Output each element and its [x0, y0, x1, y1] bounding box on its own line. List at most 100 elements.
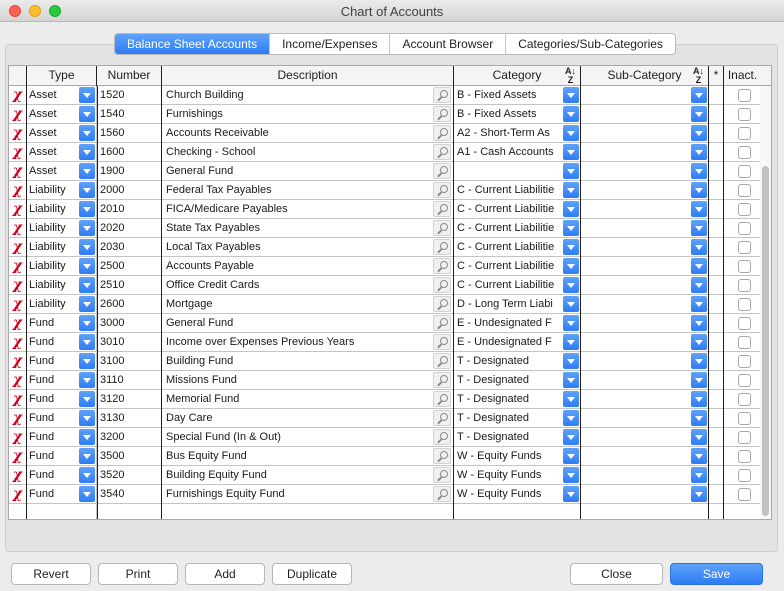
delete-row-icon[interactable]: χ — [9, 143, 27, 161]
description-field[interactable]: Furnishings — [162, 105, 454, 123]
category-select[interactable]: C - Current Liabilitie — [454, 276, 581, 294]
chevron-down-icon[interactable] — [691, 467, 707, 483]
description-field[interactable]: FICA/Medicare Payables — [162, 200, 454, 218]
subcategory-select[interactable] — [581, 219, 709, 237]
type-select[interactable]: Fund — [27, 333, 97, 351]
type-select[interactable]: Fund — [27, 314, 97, 332]
delete-row-icon[interactable]: χ — [9, 409, 27, 427]
inactive-checkbox[interactable] — [738, 241, 751, 254]
header-type[interactable]: Type — [27, 66, 97, 86]
account-number-field[interactable]: 3500 — [97, 447, 162, 465]
chevron-down-icon[interactable] — [563, 163, 579, 179]
description-field[interactable]: Bus Equity Fund — [162, 447, 454, 465]
category-select[interactable]: B - Fixed Assets — [454, 86, 581, 104]
chevron-down-icon[interactable] — [79, 106, 95, 122]
search-icon[interactable] — [433, 315, 451, 331]
description-field[interactable]: Day Care — [162, 409, 454, 427]
subcategory-select[interactable] — [581, 466, 709, 484]
chevron-down-icon[interactable] — [563, 201, 579, 217]
inactive-checkbox[interactable] — [738, 393, 751, 406]
chevron-down-icon[interactable] — [691, 182, 707, 198]
tab-balance-sheet-accounts[interactable]: Balance Sheet Accounts — [115, 34, 271, 54]
search-icon[interactable] — [433, 182, 451, 198]
chevron-down-icon[interactable] — [691, 106, 707, 122]
subcategory-select[interactable] — [581, 143, 709, 161]
table-row[interactable]: χ Liability 2020 State Tax Payables C - Curr… — [9, 219, 771, 238]
tab-account-browser[interactable]: Account Browser — [390, 34, 507, 54]
account-number-field[interactable]: 2500 — [97, 257, 162, 275]
search-icon[interactable] — [433, 467, 451, 483]
type-select[interactable]: Fund — [27, 352, 97, 370]
type-select[interactable]: Fund — [27, 409, 97, 427]
category-select[interactable]: C - Current Liabilitie — [454, 238, 581, 256]
account-number-field[interactable]: 2510 — [97, 276, 162, 294]
category-select[interactable]: W - Equity Funds — [454, 466, 581, 484]
account-number-field[interactable]: 2010 — [97, 200, 162, 218]
inactive-checkbox[interactable] — [738, 184, 751, 197]
chevron-down-icon[interactable] — [563, 144, 579, 160]
add-button[interactable]: Add — [185, 563, 265, 585]
tab-income-expenses[interactable]: Income/Expenses — [270, 34, 391, 54]
category-select[interactable]: A1 - Cash Accounts — [454, 143, 581, 161]
chevron-down-icon[interactable] — [79, 372, 95, 388]
chevron-down-icon[interactable] — [691, 372, 707, 388]
inactive-checkbox[interactable] — [738, 374, 751, 387]
tab-categories-sub-categories[interactable]: Categories/Sub-Categories — [506, 34, 675, 54]
description-field[interactable]: Federal Tax Payables — [162, 181, 454, 199]
chevron-down-icon[interactable] — [691, 448, 707, 464]
search-icon[interactable] — [433, 258, 451, 274]
inactive-checkbox[interactable] — [738, 165, 751, 178]
account-number-field[interactable]: 1520 — [97, 86, 162, 104]
table-row[interactable]: χ Fund 3520 Building Equity Fund W - Equity … — [9, 466, 771, 485]
chevron-down-icon[interactable] — [563, 448, 579, 464]
subcategory-select[interactable] — [581, 390, 709, 408]
chevron-down-icon[interactable] — [691, 296, 707, 312]
account-number-field[interactable]: 1900 — [97, 162, 162, 180]
sort-az-icon[interactable]: A↓ Z — [565, 67, 576, 85]
inactive-checkbox[interactable] — [738, 89, 751, 102]
chevron-down-icon[interactable] — [563, 87, 579, 103]
chevron-down-icon[interactable] — [79, 201, 95, 217]
table-row[interactable]: χ Fund 3200 Special Fund (In & Out) T - Desi… — [9, 428, 771, 447]
chevron-down-icon[interactable] — [79, 220, 95, 236]
chevron-down-icon[interactable] — [79, 163, 95, 179]
chevron-down-icon[interactable] — [691, 429, 707, 445]
inactive-checkbox[interactable] — [738, 355, 751, 368]
chevron-down-icon[interactable] — [563, 372, 579, 388]
delete-row-icon[interactable]: χ — [9, 466, 27, 484]
description-field[interactable]: Income over Expenses Previous Years — [162, 333, 454, 351]
chevron-down-icon[interactable] — [563, 106, 579, 122]
subcategory-select[interactable] — [581, 181, 709, 199]
chevron-down-icon[interactable] — [563, 467, 579, 483]
type-select[interactable]: Liability — [27, 181, 97, 199]
chevron-down-icon[interactable] — [563, 410, 579, 426]
table-row[interactable]: χ Fund 3120 Memorial Fund T - Designated — [9, 390, 771, 409]
print-button[interactable]: Print — [98, 563, 178, 585]
chevron-down-icon[interactable] — [691, 410, 707, 426]
chevron-down-icon[interactable] — [691, 277, 707, 293]
category-select[interactable]: T - Designated — [454, 390, 581, 408]
search-icon[interactable] — [433, 87, 451, 103]
inactive-checkbox[interactable] — [738, 222, 751, 235]
chevron-down-icon[interactable] — [691, 144, 707, 160]
delete-row-icon[interactable]: χ — [9, 371, 27, 389]
chevron-down-icon[interactable] — [79, 239, 95, 255]
description-field[interactable]: Accounts Payable — [162, 257, 454, 275]
search-icon[interactable] — [433, 163, 451, 179]
delete-row-icon[interactable]: χ — [9, 447, 27, 465]
subcategory-select[interactable] — [581, 105, 709, 123]
header-subcategory[interactable]: Sub-Category A↓ Z — [581, 66, 709, 86]
account-number-field[interactable]: 3100 — [97, 352, 162, 370]
delete-row-icon[interactable]: χ — [9, 428, 27, 446]
chevron-down-icon[interactable] — [691, 334, 707, 350]
description-field[interactable]: Building Fund — [162, 352, 454, 370]
delete-row-icon[interactable]: χ — [9, 219, 27, 237]
category-select[interactable]: T - Designated — [454, 409, 581, 427]
chevron-down-icon[interactable] — [691, 125, 707, 141]
search-icon[interactable] — [433, 144, 451, 160]
delete-row-icon[interactable]: χ — [9, 352, 27, 370]
type-select[interactable]: Asset — [27, 143, 97, 161]
delete-row-icon[interactable]: χ — [9, 314, 27, 332]
chevron-down-icon[interactable] — [563, 182, 579, 198]
chevron-down-icon[interactable] — [691, 391, 707, 407]
